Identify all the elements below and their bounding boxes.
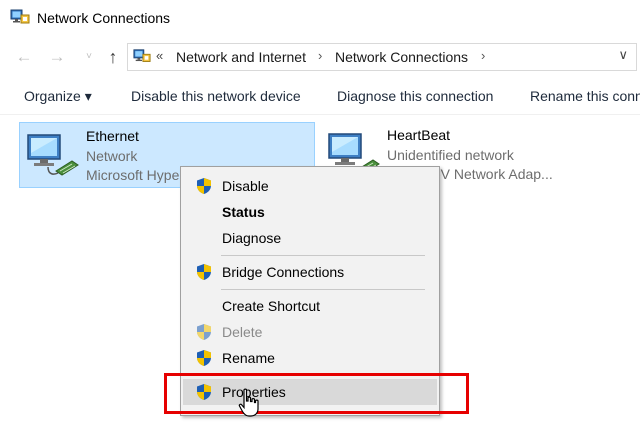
address-dropdown-icon[interactable]: ∨ bbox=[618, 47, 628, 63]
connection-name: HeartBeat bbox=[387, 127, 451, 143]
breadcrumb-network-connections[interactable]: Network Connections bbox=[335, 49, 468, 65]
connection-adapter: Microsoft Hype bbox=[86, 167, 180, 183]
menu-item-label: Status bbox=[222, 204, 265, 220]
command-bar: Organize ▾ Disable this network device D… bbox=[0, 80, 640, 115]
uac-shield-icon bbox=[197, 264, 211, 280]
disable-device-button[interactable]: Disable this network device bbox=[131, 88, 301, 104]
breadcrumb-overflow-icon[interactable]: « bbox=[156, 48, 163, 63]
menu-item-create-shortcut[interactable]: Create Shortcut bbox=[183, 293, 437, 319]
network-adapter-icon bbox=[27, 134, 79, 176]
menu-item-disable[interactable]: Disable bbox=[183, 173, 437, 199]
navigation-bar: ← → ˅ ↑ « Network and Internet › Network… bbox=[0, 40, 640, 74]
rename-connection-button[interactable]: Rename this conn bbox=[530, 88, 640, 104]
organize-button[interactable]: Organize ▾ bbox=[24, 88, 92, 105]
chevron-down-icon[interactable]: ˅ bbox=[82, 40, 96, 74]
menu-item-label: Delete bbox=[222, 324, 263, 340]
uac-shield-icon bbox=[197, 324, 211, 340]
hand-cursor-icon bbox=[238, 388, 259, 417]
title-bar: Network Connections bbox=[0, 0, 640, 36]
network-connections-window: Network Connections ← → ˅ ↑ « Network an… bbox=[0, 0, 640, 436]
network-connections-icon bbox=[133, 49, 151, 62]
connection-name: Ethernet bbox=[86, 128, 139, 144]
address-bar[interactable]: « Network and Internet › Network Connect… bbox=[127, 43, 637, 71]
window-title: Network Connections bbox=[37, 10, 171, 26]
arrow-left-icon[interactable]: ← bbox=[14, 40, 34, 74]
connection-status: Network bbox=[86, 148, 138, 164]
menu-item-rename[interactable]: Rename bbox=[183, 345, 437, 371]
breadcrumb-network-and-internet[interactable]: Network and Internet bbox=[176, 49, 306, 65]
breadcrumb-separator-icon[interactable]: › bbox=[318, 48, 322, 63]
menu-item-label: Rename bbox=[222, 350, 275, 366]
connection-status: Unidentified network bbox=[387, 147, 514, 163]
highlight-annotation bbox=[164, 373, 469, 414]
menu-item-status[interactable]: Status bbox=[183, 199, 437, 225]
diagnose-connection-button[interactable]: Diagnose this connection bbox=[337, 88, 493, 104]
menu-item-diagnose[interactable]: Diagnose bbox=[183, 225, 437, 251]
menu-item-bridge-connections[interactable]: Bridge Connections bbox=[183, 259, 437, 285]
network-connections-icon bbox=[10, 9, 30, 24]
uac-shield-icon bbox=[197, 178, 211, 194]
uac-shield-icon bbox=[197, 350, 211, 366]
menu-item-label: Create Shortcut bbox=[222, 298, 321, 314]
arrow-right-icon[interactable]: → bbox=[47, 40, 67, 74]
menu-separator bbox=[221, 289, 425, 290]
menu-item-label: Bridge Connections bbox=[222, 264, 345, 280]
menu-item-delete[interactable]: Delete bbox=[183, 319, 437, 345]
menu-item-label: Diagnose bbox=[222, 230, 282, 246]
breadcrumb-separator-icon[interactable]: › bbox=[481, 48, 485, 63]
menu-separator bbox=[221, 255, 425, 256]
arrow-up-icon[interactable]: ↑ bbox=[103, 40, 123, 74]
menu-item-label: Disable bbox=[222, 178, 269, 194]
